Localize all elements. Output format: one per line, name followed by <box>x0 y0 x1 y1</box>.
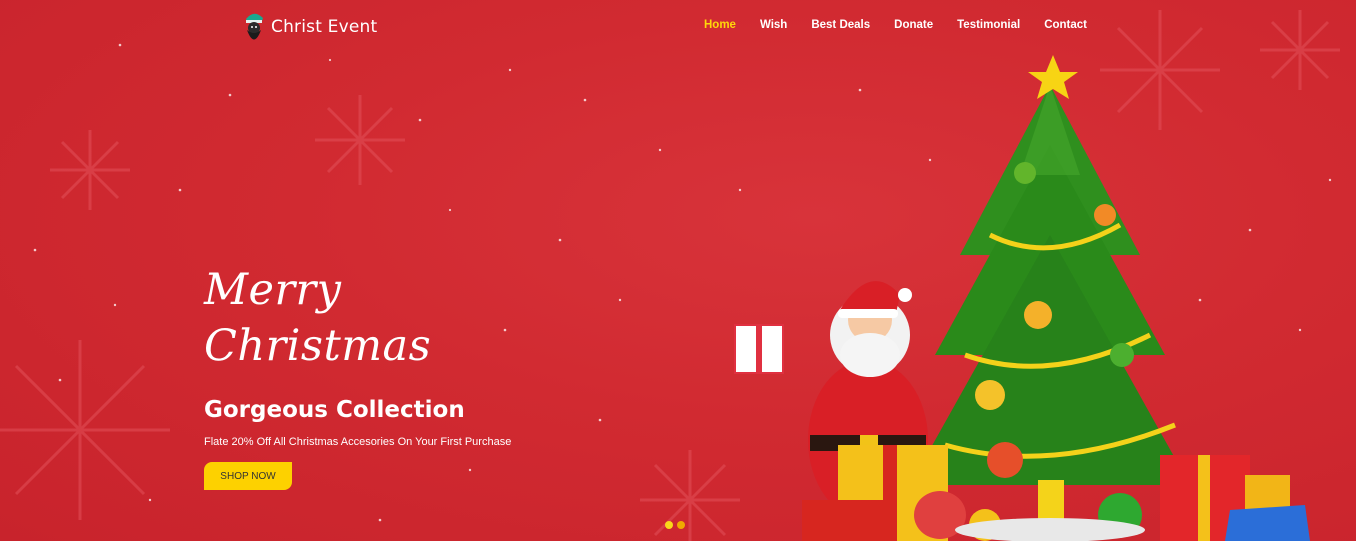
christmas-tree-illustration <box>910 55 1190 505</box>
nav-item-home[interactable]: Home <box>704 19 736 31</box>
christmas-illustration <box>734 55 1310 541</box>
main-nav: Home Wish Best Deals Donate Testimonial … <box>704 19 1111 31</box>
slider-pagination <box>665 521 685 529</box>
nav-item-best-deals[interactable]: Best Deals <box>811 19 870 31</box>
site-header: Christ Event Home Wish Best Deals Donate… <box>0 0 1356 55</box>
nav-item-donate[interactable]: Donate <box>894 19 933 31</box>
nav-item-contact[interactable]: Contact <box>1044 19 1087 31</box>
slider-dot-1[interactable] <box>665 521 673 529</box>
slider-dot-2[interactable] <box>677 521 685 529</box>
hero-headline: Gorgeous Collection <box>204 397 465 423</box>
santa-logo-icon <box>246 13 263 40</box>
hero-subline: Flate 20% Off All Christmas Accesories O… <box>204 436 512 448</box>
script-line-christmas: Christmas <box>204 321 432 371</box>
script-line-merry: Merry <box>204 265 342 315</box>
hero-script-title: Merry Christmas <box>204 262 431 374</box>
brand-logo[interactable]: Christ Event <box>243 9 377 45</box>
nav-item-testimonial[interactable]: Testimonial <box>957 19 1020 31</box>
nav-item-wish[interactable]: Wish <box>760 19 787 31</box>
shop-now-button[interactable]: SHOP NOW <box>204 462 292 490</box>
brand-name: Christ Event <box>271 17 378 37</box>
